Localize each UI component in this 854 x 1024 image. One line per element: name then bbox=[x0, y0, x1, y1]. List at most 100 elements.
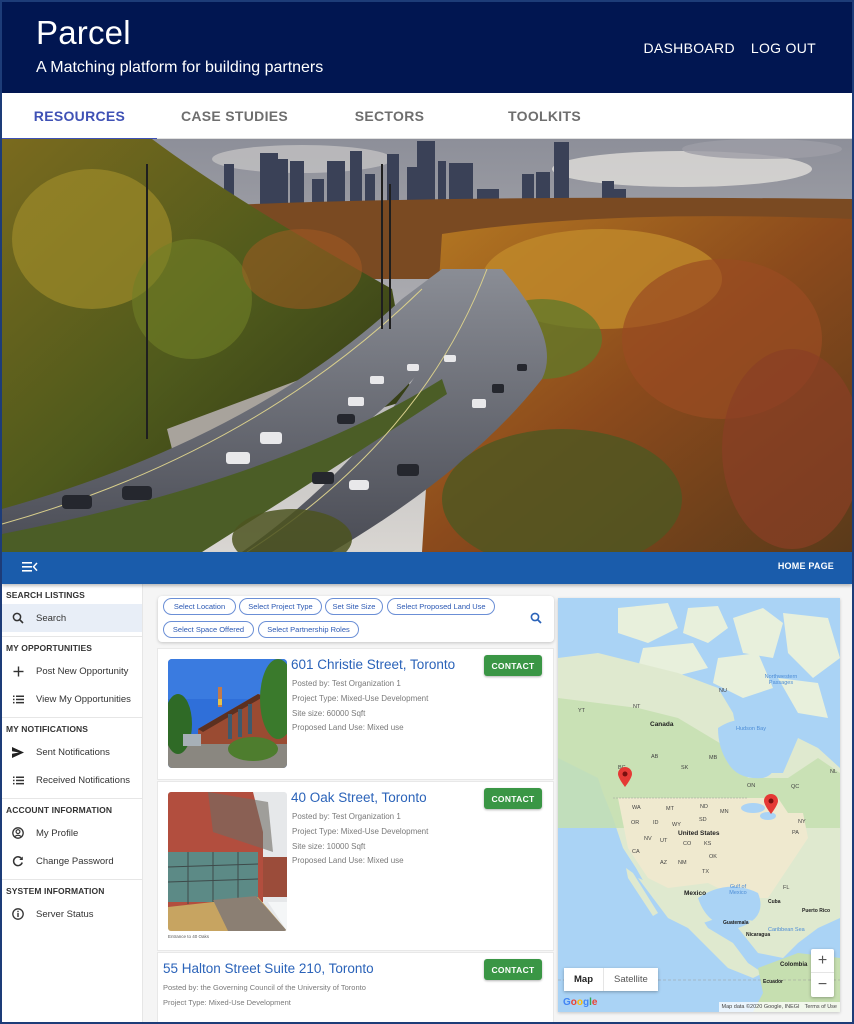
listing-title[interactable]: 55 Halton Street Suite 210, Toronto bbox=[163, 961, 374, 976]
plus-icon bbox=[10, 663, 26, 679]
sidebar-item-my-profile[interactable]: My Profile bbox=[2, 819, 142, 847]
home-page-link[interactable]: HOME PAGE bbox=[778, 561, 834, 571]
info-icon bbox=[10, 906, 26, 922]
tab-sectors[interactable]: SECTORS bbox=[312, 93, 467, 139]
listing-photo[interactable] bbox=[168, 792, 287, 931]
terms-of-use-link[interactable]: Terms of Use bbox=[805, 1004, 837, 1010]
map-label-guatemala: Guatemala bbox=[723, 920, 749, 926]
map-label-ab: AB bbox=[651, 754, 659, 760]
map-label-nt: NT bbox=[633, 704, 641, 710]
send-icon bbox=[10, 744, 26, 760]
sidebar-item-label: Received Notifications bbox=[36, 774, 130, 786]
sidebar-item-received-notifications[interactable]: Received Notifications bbox=[2, 766, 142, 794]
zoom-in-button[interactable]: + bbox=[811, 949, 834, 973]
sidebar-item-server-status[interactable]: Server Status bbox=[2, 900, 142, 928]
map-type-satellite-button[interactable]: Satellite bbox=[604, 968, 658, 991]
map-label-wy: WY bbox=[672, 822, 681, 828]
photo-caption: Entrance to 40 Oaks bbox=[168, 934, 210, 939]
map-label-nu: NU bbox=[719, 688, 727, 694]
contact-button[interactable]: CONTACT bbox=[484, 655, 542, 676]
brand-subtitle: A Matching platform for building partner… bbox=[36, 59, 324, 76]
map-label-nd: ND bbox=[700, 804, 708, 810]
map-label-sk: SK bbox=[681, 765, 689, 771]
map-label-united-states: United States bbox=[678, 830, 720, 837]
sidebar-item-sent-notifications[interactable]: Sent Notifications bbox=[2, 738, 142, 766]
map-label-id: ID bbox=[653, 820, 659, 826]
sidebar-item-label: Post New Opportunity bbox=[36, 665, 129, 677]
chip-select-space-offered[interactable]: Select Space Offered bbox=[163, 621, 254, 638]
map-label-cuba: Cuba bbox=[768, 899, 781, 905]
map-label-puerto-rico: Puerto Rico bbox=[802, 908, 831, 914]
sidebar-heading: MY NOTIFICATIONS bbox=[6, 724, 89, 734]
listing-land-use: Proposed Land Use: Mixed use bbox=[292, 723, 404, 732]
listing-project-type: Project Type: Mixed-Use Development bbox=[163, 998, 291, 1007]
map-label-tx: TX bbox=[702, 869, 710, 875]
listing-photo[interactable] bbox=[168, 659, 287, 768]
map-label-fl: FL bbox=[783, 885, 790, 891]
map-type-control: Map Satellite bbox=[564, 968, 658, 991]
contact-button[interactable]: CONTACT bbox=[484, 959, 542, 980]
map-pin-toronto[interactable] bbox=[764, 794, 778, 814]
map-label-nl: NL bbox=[830, 769, 838, 775]
map-data-credit: Map data ©2020 Google, INEGI bbox=[721, 1004, 800, 1010]
map-label-az: AZ bbox=[660, 860, 668, 866]
map-label-qc: QC bbox=[791, 784, 800, 790]
sidebar-item-post-opportunity[interactable]: Post New Opportunity bbox=[2, 657, 142, 685]
sidebar-heading: SYSTEM INFORMATION bbox=[6, 886, 105, 896]
listing-land-use: Proposed Land Use: Mixed use bbox=[292, 856, 404, 865]
listing-project-type: Project Type: Mixed-Use Development bbox=[292, 694, 429, 703]
map-label-canada: Canada bbox=[650, 721, 674, 728]
dashboard-link[interactable]: DASHBOARD bbox=[644, 40, 735, 56]
map-label-nv: NV bbox=[644, 836, 652, 842]
sidebar-section-search: SEARCH LISTINGS Search bbox=[2, 584, 142, 637]
tab-resources[interactable]: RESOURCES bbox=[2, 93, 157, 140]
tab-toolkits[interactable]: TOOLKITS bbox=[467, 93, 622, 139]
google-logo: Google bbox=[563, 997, 598, 1008]
brand-title[interactable]: Parcel bbox=[36, 14, 131, 52]
sidebar-item-label: View My Opportunities bbox=[36, 693, 131, 705]
listing-card: 55 Halton Street Suite 210, Toronto Post… bbox=[157, 952, 554, 1022]
logout-link[interactable]: LOG OUT bbox=[751, 40, 816, 56]
app-bar: HOME PAGE bbox=[2, 552, 852, 584]
hero-image bbox=[2, 139, 852, 552]
menu-collapse-icon[interactable] bbox=[22, 560, 38, 574]
listing-project-type: Project Type: Mixed-Use Development bbox=[292, 827, 429, 836]
search-icon[interactable] bbox=[530, 612, 542, 624]
contact-button[interactable]: CONTACT bbox=[484, 788, 542, 809]
sidebar-heading: SEARCH LISTINGS bbox=[6, 590, 85, 600]
map-label-mexico: Mexico bbox=[684, 890, 707, 897]
map-pin-vancouver[interactable] bbox=[618, 767, 632, 787]
sidebar-item-view-opportunities[interactable]: View My Opportunities bbox=[2, 685, 142, 713]
listing-posted-by: Posted by: Test Organization 1 bbox=[292, 679, 401, 688]
map-label-co: CO bbox=[683, 841, 692, 847]
zoom-out-button[interactable]: − bbox=[811, 973, 834, 997]
chip-select-location[interactable]: Select Location bbox=[163, 598, 236, 615]
sidebar-item-search[interactable]: Search bbox=[2, 604, 142, 632]
tab-case-studies[interactable]: CASE STUDIES bbox=[157, 93, 312, 139]
sidebar-section-system: SYSTEM INFORMATION Server Status bbox=[2, 880, 142, 928]
chip-select-project-type[interactable]: Select Project Type bbox=[239, 598, 322, 615]
sidebar-section-notifications: MY NOTIFICATIONS Sent Notifications Rece… bbox=[2, 718, 142, 799]
sidebar: SEARCH LISTINGS Search MY OPPORTUNITIES … bbox=[2, 584, 143, 1022]
chip-select-proposed-land-use[interactable]: Select Proposed Land Use bbox=[387, 598, 495, 615]
map-label-ca: CA bbox=[632, 849, 640, 855]
chip-select-partnership-roles[interactable]: Select Partnership Roles bbox=[258, 621, 359, 638]
sidebar-heading: ACCOUNT INFORMATION bbox=[6, 805, 113, 815]
map-attribution: Map data ©2020 Google, INEGI Terms of Us… bbox=[718, 1002, 840, 1012]
refresh-icon bbox=[10, 853, 26, 869]
map-label-caribbean-sea: Caribbean Sea bbox=[768, 927, 805, 933]
listing-title[interactable]: 40 Oak Street, Toronto bbox=[291, 790, 427, 805]
chip-set-site-size[interactable]: Set Site Size bbox=[325, 598, 383, 615]
map-type-map-button[interactable]: Map bbox=[564, 968, 604, 991]
map-label-or: OR bbox=[631, 820, 640, 826]
sidebar-item-change-password[interactable]: Change Password bbox=[2, 847, 142, 875]
map-label-nm: NM bbox=[678, 860, 687, 866]
map-label-mn: MN bbox=[720, 809, 729, 815]
map-label-ecuador: Ecuador bbox=[763, 979, 784, 985]
header-links: DASHBOARD LOG OUT bbox=[644, 40, 817, 56]
listing-title[interactable]: 601 Christie Street, Toronto bbox=[291, 657, 455, 672]
map-view[interactable]: Canada Hudson Bay Northwestern Passages … bbox=[558, 598, 840, 1012]
map-label-hudson-bay: Hudson Bay bbox=[736, 726, 766, 732]
map-label-ok: OK bbox=[709, 854, 717, 860]
map-label-yt: YT bbox=[578, 708, 586, 714]
